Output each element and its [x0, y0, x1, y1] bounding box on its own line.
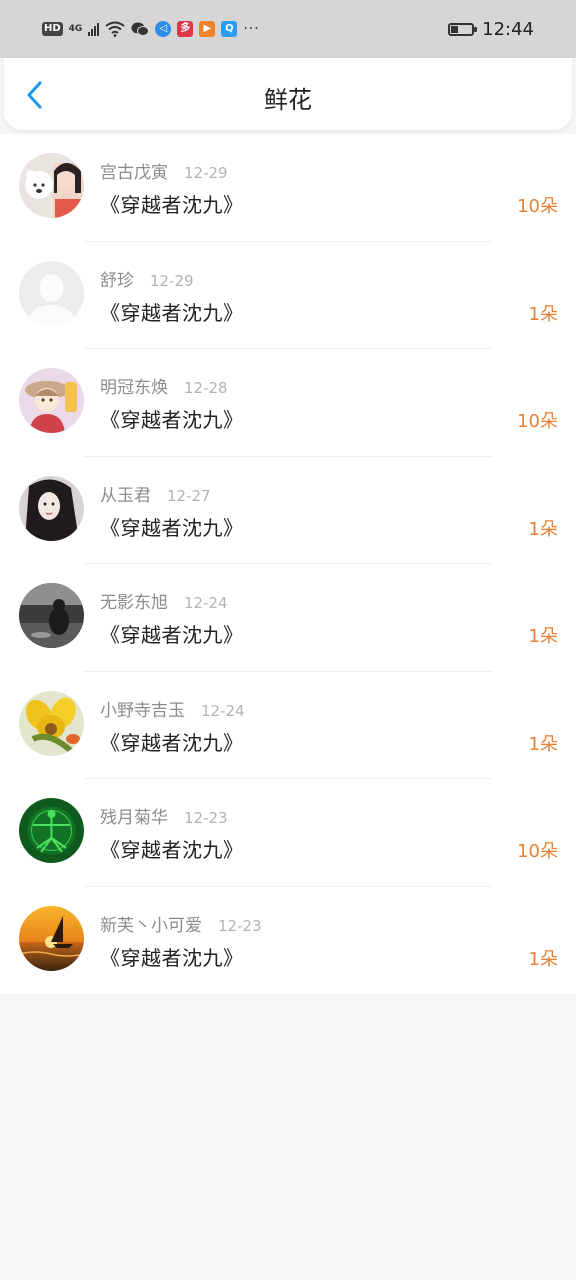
- signal-icon: [88, 22, 100, 36]
- date: 12-27: [167, 486, 211, 505]
- user-name[interactable]: 宫古戊寅: [100, 158, 168, 183]
- flower-list: 宫古戊寅 12-29 《穿越者沈九》 10朵 舒珍 12-29 《穿越者沈九》 …: [0, 134, 576, 994]
- status-bar: HD 4G ◁ 多 ▶ Q ··· 12:44: [0, 0, 576, 58]
- dark-photo-avatar[interactable]: [19, 583, 84, 648]
- flower-count: 10朵: [517, 196, 558, 217]
- network-type: 4G: [68, 24, 83, 34]
- list-item[interactable]: 小野寺吉玉 12-24 《穿越者沈九》 1朵: [0, 672, 576, 779]
- flower-count: 1朵: [528, 518, 558, 540]
- item-meta: 宫古戊寅 12-29: [100, 158, 228, 183]
- book-title[interactable]: 《穿越者沈九》: [100, 619, 244, 648]
- book-title[interactable]: 《穿越者沈九》: [100, 942, 244, 971]
- flower-avatar[interactable]: [19, 690, 84, 756]
- book-title[interactable]: 《穿越者沈九》: [100, 512, 244, 541]
- cartoon-avatar[interactable]: [19, 368, 84, 433]
- user-name[interactable]: 舒珍: [100, 266, 134, 291]
- item-meta: 从玉君 12-27: [100, 481, 211, 506]
- battery-icon: [448, 22, 478, 36]
- page-title: 鲜花: [264, 86, 312, 114]
- list-item[interactable]: 残月菊华 12-23 《穿越者沈九》 10朵: [0, 779, 576, 887]
- user-name[interactable]: 小野寺吉玉: [100, 696, 185, 721]
- nav-header: 鲜花: [4, 58, 572, 130]
- item-meta: 残月菊华 12-23: [100, 803, 228, 828]
- wifi-icon: [105, 21, 125, 37]
- clock: 12:44: [482, 18, 534, 40]
- book-title[interactable]: 《穿越者沈九》: [100, 189, 244, 218]
- user-name[interactable]: 残月菊华: [100, 803, 168, 828]
- status-right: 12:44: [448, 18, 534, 40]
- date: 12-23: [218, 916, 262, 935]
- bear-avatar[interactable]: [19, 153, 84, 218]
- wechat-icon: [131, 22, 150, 36]
- item-meta: 新芙丶小可爱 12-23: [100, 911, 262, 936]
- more-notifications-icon: ···: [243, 21, 260, 37]
- user-name[interactable]: 明冠东焕: [100, 373, 168, 398]
- date: 12-24: [184, 594, 228, 612]
- sunset-sailboat-avatar[interactable]: [19, 905, 84, 971]
- search-app-icon: Q: [221, 21, 238, 37]
- list-item[interactable]: 从玉君 12-27 《穿越者沈九》 1朵: [0, 457, 576, 564]
- flower-count: 10朵: [517, 841, 558, 862]
- item-meta: 无影东旭 12-24: [100, 588, 228, 613]
- date: 12-29: [150, 271, 194, 290]
- list-item[interactable]: 无影东旭 12-24 《穿越者沈九》 1朵: [0, 564, 576, 672]
- item-meta: 明冠东焕 12-28: [100, 373, 228, 398]
- user-name[interactable]: 从玉君: [100, 481, 151, 506]
- status-left: HD 4G ◁ 多 ▶ Q ···: [42, 18, 260, 40]
- list-item[interactable]: 舒珍 12-29 《穿越者沈九》 1朵: [0, 242, 576, 349]
- book-title[interactable]: 《穿越者沈九》: [100, 727, 244, 756]
- list-item[interactable]: 明冠东焕 12-28 《穿越者沈九》 10朵: [0, 349, 576, 457]
- flower-count: 1朵: [528, 626, 558, 647]
- date: 12-24: [201, 701, 245, 720]
- video-app-icon: ▶: [199, 21, 216, 37]
- date: 12-28: [184, 379, 228, 397]
- list-item[interactable]: 宫古戊寅 12-29 《穿越者沈九》 10朵: [0, 134, 576, 242]
- flower-count: 1朵: [528, 733, 558, 755]
- flower-count: 1朵: [528, 303, 558, 325]
- app-icon-blue: ◁: [155, 21, 172, 37]
- user-name[interactable]: 无影东旭: [100, 588, 168, 613]
- hd-indicator: HD: [42, 22, 63, 36]
- list-item[interactable]: 新芙丶小可爱 12-23 《穿越者沈九》 1朵: [0, 887, 576, 995]
- book-title[interactable]: 《穿越者沈九》: [100, 297, 244, 326]
- flower-count: 10朵: [517, 411, 558, 432]
- book-title[interactable]: 《穿越者沈九》: [100, 834, 244, 863]
- item-meta: 小野寺吉玉 12-24: [100, 696, 245, 721]
- default-avatar[interactable]: [19, 260, 84, 326]
- portrait-avatar[interactable]: [19, 475, 84, 541]
- app-icon-red: 多: [177, 21, 194, 37]
- user-name[interactable]: 新芙丶小可爱: [100, 911, 202, 936]
- item-meta: 舒珍 12-29: [100, 266, 194, 291]
- date: 12-29: [184, 164, 228, 182]
- date: 12-23: [184, 809, 228, 827]
- flower-count: 1朵: [528, 948, 558, 970]
- book-title[interactable]: 《穿越者沈九》: [100, 404, 244, 433]
- green-figure-avatar[interactable]: [19, 798, 84, 863]
